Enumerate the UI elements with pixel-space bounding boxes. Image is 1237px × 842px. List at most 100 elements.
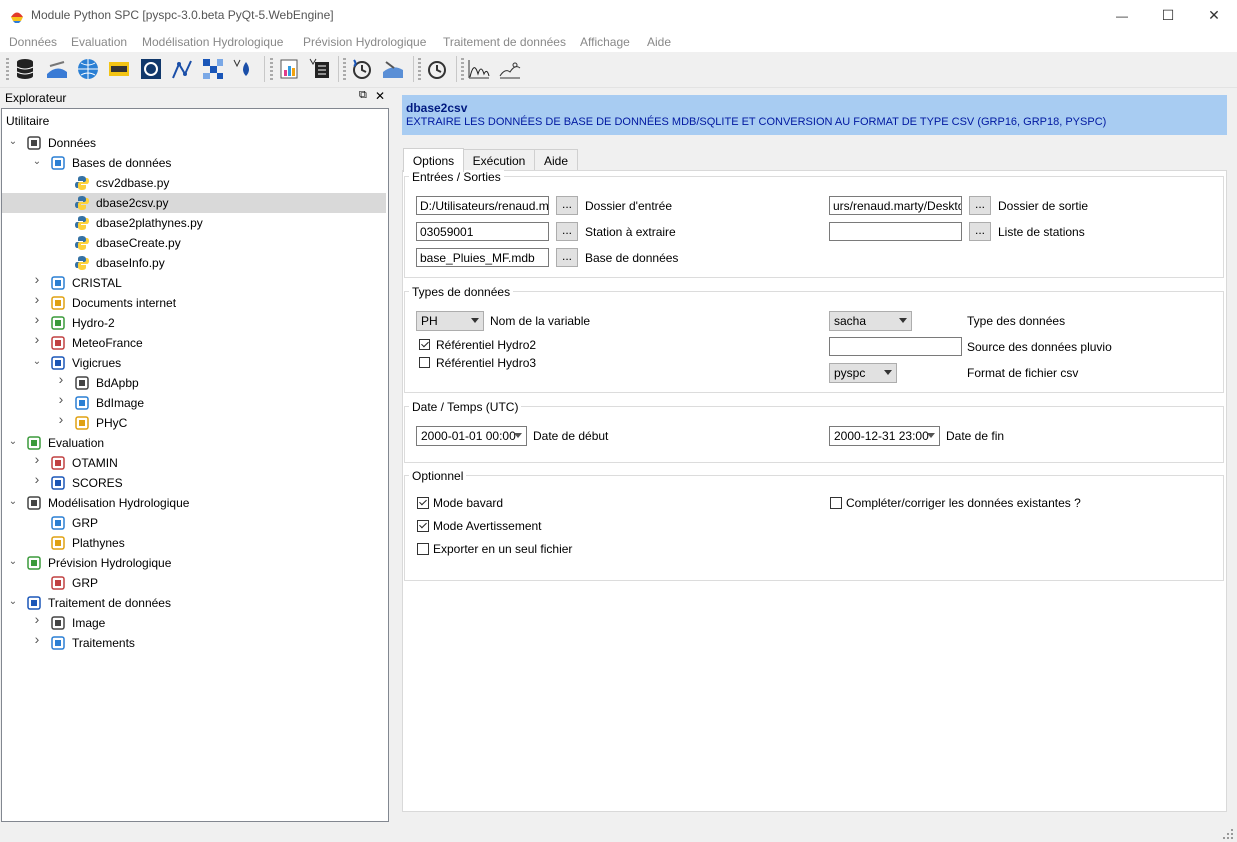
variable-select[interactable]: PH	[416, 311, 484, 331]
hydro3-checkbox[interactable]	[419, 357, 430, 368]
chevron-down-icon[interactable]: ⌄	[8, 557, 18, 567]
toolbar-grip[interactable]	[6, 58, 9, 80]
verbose-checkbox[interactable]	[417, 497, 429, 509]
tab-options[interactable]: Options	[403, 148, 464, 172]
chevron-right-icon[interactable]: ›	[56, 372, 66, 386]
tree-item[interactable]: ⌄ Vigicrues	[2, 353, 386, 373]
browse-output-dir-button[interactable]: ...	[969, 196, 991, 215]
chevron-right-icon[interactable]: ›	[32, 272, 42, 286]
menu-aide[interactable]: Aide	[647, 35, 671, 49]
menu-donnees[interactable]: Données	[9, 35, 57, 49]
chevron-down-icon[interactable]: ⌄	[8, 437, 18, 447]
tree-item[interactable]: ⌄ Traitement de données	[2, 593, 386, 613]
bdapbp-icon[interactable]	[169, 56, 195, 82]
float-dock-icon[interactable]: ⧉	[359, 89, 371, 105]
grp-icon[interactable]	[349, 56, 375, 82]
tree-item[interactable]: ⌄ Bases de données	[2, 153, 386, 173]
single-file-checkbox[interactable]	[417, 543, 429, 555]
hydro2-checkbox[interactable]	[419, 339, 430, 350]
tree-item[interactable]: Plathynes	[2, 533, 386, 553]
toolbar-grip[interactable]	[461, 58, 464, 80]
internet-globe-icon[interactable]	[75, 56, 101, 82]
input-dir-field[interactable]: D:/Utilisateurs/renaud.marty	[416, 196, 549, 215]
bdimage-icon[interactable]	[200, 56, 226, 82]
tree-item[interactable]: › BdImage	[2, 392, 386, 413]
complete-checkbox[interactable]	[830, 497, 842, 509]
chevron-right-icon[interactable]: ›	[32, 452, 42, 466]
cristal-icon[interactable]	[44, 56, 70, 82]
source-field[interactable]	[829, 337, 962, 356]
browse-station-button[interactable]: ...	[556, 222, 578, 241]
chevron-right-icon[interactable]: ›	[32, 332, 42, 346]
tree-item[interactable]: ⌄ Données	[2, 133, 386, 153]
tree-item[interactable]: › SCORES	[2, 472, 386, 493]
chevron-right-icon[interactable]: ›	[32, 472, 42, 486]
tab-execution[interactable]: Exécution	[463, 149, 535, 171]
tree-item[interactable]: dbase2plathynes.py	[2, 213, 386, 233]
otamin-icon[interactable]	[276, 56, 302, 82]
chevron-right-icon[interactable]: ›	[32, 312, 42, 326]
chevron-down-icon[interactable]: ⌄	[8, 497, 18, 507]
tree-item[interactable]: csv2dbase.py	[2, 173, 386, 193]
database-field[interactable]: base_Pluies_MF.mdb	[416, 248, 549, 267]
menu-traitement[interactable]: Traitement de données	[443, 35, 566, 49]
end-date-picker[interactable]: 2000-12-31 23:00	[829, 426, 940, 446]
format-select[interactable]: pyspc	[829, 363, 897, 383]
tree-item[interactable]: dbaseCreate.py	[2, 233, 386, 253]
chevron-right-icon[interactable]: ›	[56, 412, 66, 426]
traitements-icon[interactable]	[497, 56, 523, 82]
maximize-button[interactable]: ☐	[1145, 0, 1191, 31]
chevron-down-icon[interactable]: ⌄	[32, 157, 42, 167]
toolbar-grip[interactable]	[270, 58, 273, 80]
chevron-right-icon[interactable]: ›	[56, 392, 66, 406]
hydro2-icon[interactable]	[106, 56, 132, 82]
browse-database-button[interactable]: ...	[556, 248, 578, 267]
plathynes-icon[interactable]	[380, 56, 406, 82]
close-dock-icon[interactable]: ✕	[375, 89, 387, 105]
menu-modelisation[interactable]: Modélisation Hydrologique	[142, 35, 283, 49]
tree-item[interactable]: dbaseInfo.py	[2, 253, 386, 273]
tree-item[interactable]: › Documents internet	[2, 292, 386, 313]
tree-item[interactable]: GRP	[2, 573, 386, 593]
tree-item[interactable]: › MeteoFrance	[2, 332, 386, 353]
menu-prevision[interactable]: Prévision Hydrologique	[303, 35, 426, 49]
scores-icon[interactable]	[307, 56, 333, 82]
minimize-button[interactable]: —	[1099, 0, 1145, 31]
start-date-picker[interactable]: 2000-01-01 00:00	[416, 426, 527, 446]
tree-item[interactable]: › Hydro-2	[2, 312, 386, 333]
chevron-down-icon[interactable]: ⌄	[8, 597, 18, 607]
tree-item[interactable]: › OTAMIN	[2, 452, 386, 473]
database-icon[interactable]	[12, 56, 38, 82]
tree-item[interactable]: › BdApbp	[2, 372, 386, 393]
station-field[interactable]: 03059001	[416, 222, 549, 241]
tree-item[interactable]: ⌄ Prévision Hydrologique	[2, 553, 386, 573]
meteofrance-icon[interactable]	[138, 56, 164, 82]
warning-checkbox[interactable]	[417, 520, 429, 532]
tree-item[interactable]: › PHyC	[2, 412, 386, 433]
chevron-right-icon[interactable]: ›	[32, 612, 42, 626]
menu-evaluation[interactable]: Evaluation	[71, 35, 127, 49]
resize-grip-icon[interactable]	[1222, 828, 1234, 840]
datatype-select[interactable]: sacha	[829, 311, 912, 331]
browse-input-dir-button[interactable]: ...	[556, 196, 578, 215]
toolbar-grip[interactable]	[343, 58, 346, 80]
prevision-grp-icon[interactable]	[424, 56, 450, 82]
tree-item[interactable]: › Image	[2, 612, 386, 633]
tree-item[interactable]: › CRISTAL	[2, 272, 386, 293]
phyc-icon[interactable]	[231, 56, 257, 82]
image-curve-icon[interactable]	[466, 56, 492, 82]
menu-affichage[interactable]: Affichage	[580, 35, 630, 49]
tree-item[interactable]: GRP	[2, 513, 386, 533]
chevron-down-icon[interactable]: ⌄	[32, 357, 42, 367]
chevron-right-icon[interactable]: ›	[32, 632, 42, 646]
tree-item[interactable]: ⌄ Evaluation	[2, 433, 386, 453]
tab-aide[interactable]: Aide	[534, 149, 578, 171]
close-button[interactable]: ✕	[1191, 0, 1237, 31]
toolbar-grip[interactable]	[418, 58, 421, 80]
chevron-down-icon[interactable]: ⌄	[8, 137, 18, 147]
tree-item[interactable]: › Traitements	[2, 632, 386, 653]
station-list-field[interactable]	[829, 222, 962, 241]
chevron-right-icon[interactable]: ›	[32, 292, 42, 306]
tree-item[interactable]: ⌄ Modélisation Hydrologique	[2, 493, 386, 513]
tree-item[interactable]: dbase2csv.py	[2, 193, 386, 213]
